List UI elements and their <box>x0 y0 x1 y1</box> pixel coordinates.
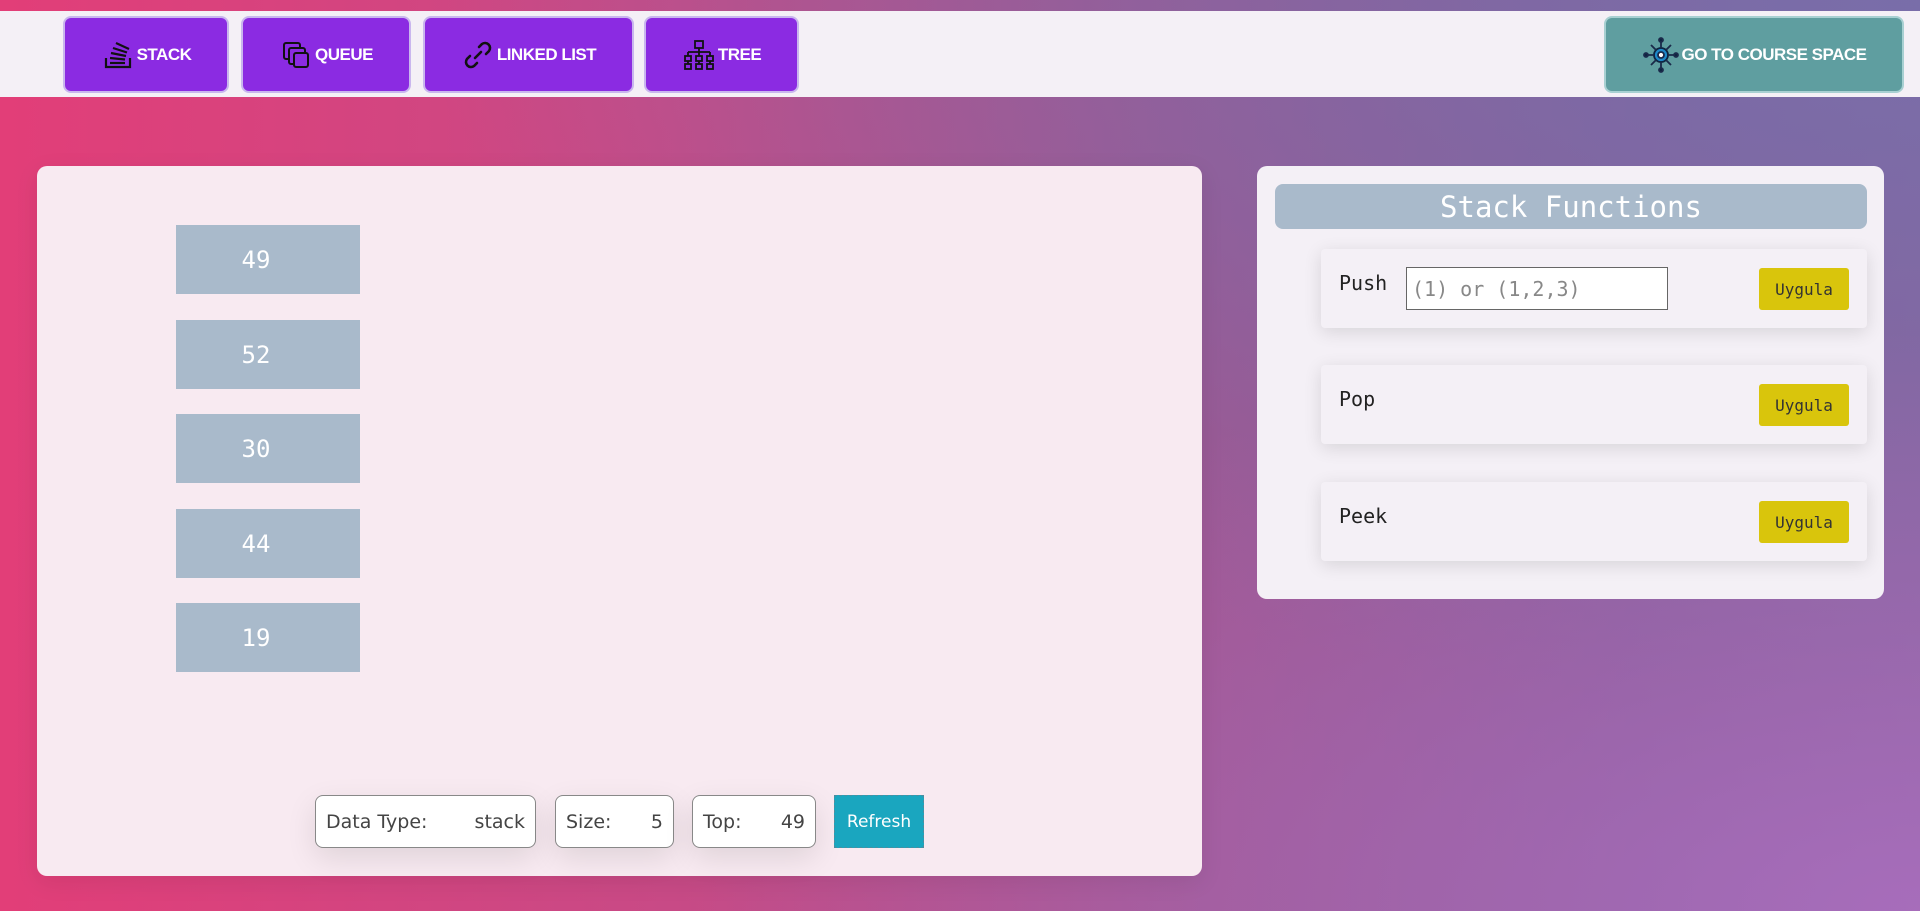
data-type-info: Data Type: stack <box>315 795 536 848</box>
nav-linked-list-button[interactable]: LINKED LIST <box>423 16 634 93</box>
stack-item: 44 <box>176 509 360 578</box>
stack-item: 19 <box>176 603 360 672</box>
nav-queue-button[interactable]: QUEUE <box>241 16 411 93</box>
tree-icon <box>683 39 714 70</box>
pop-apply-button[interactable]: Uygula <box>1759 384 1849 426</box>
push-function-row: Push Uygula <box>1321 249 1867 328</box>
pop-label: Pop <box>1339 387 1376 411</box>
link-icon <box>464 41 492 68</box>
course-button-label: GO TO COURSE SPACE <box>1681 44 1867 64</box>
refresh-button[interactable]: Refresh <box>834 795 924 848</box>
size-value: 5 <box>650 810 663 833</box>
stack-functions-panel: Stack Functions Push Uygula Pop Uygula P… <box>1257 166 1884 599</box>
data-type-label: Data Type: <box>326 810 428 833</box>
size-label: Size: <box>566 810 612 833</box>
pop-function-row: Pop Uygula <box>1321 365 1867 444</box>
go-to-course-space-button[interactable]: GO TO COURSE SPACE <box>1604 16 1904 93</box>
queue-icon <box>283 41 310 68</box>
nav-tree-button[interactable]: TREE <box>644 16 799 93</box>
push-label: Push <box>1339 271 1388 295</box>
data-type-value: stack <box>474 810 525 833</box>
functions-title: Stack Functions <box>1275 184 1867 229</box>
push-input[interactable] <box>1406 267 1668 310</box>
top-navigation-bar: STACK QUEUE LINKED LIST TREE GO TO COURS… <box>0 11 1920 97</box>
stack-item: 52 <box>176 320 360 389</box>
nav-stack-label: STACK <box>136 44 192 64</box>
course-icon <box>1642 36 1679 73</box>
stack-item: 30 <box>176 414 360 483</box>
nav-linked-list-label: LINKED LIST <box>496 44 597 64</box>
top-info: Top: 49 <box>692 795 816 848</box>
nav-stack-button[interactable]: STACK <box>63 16 229 93</box>
peek-apply-button[interactable]: Uygula <box>1759 501 1849 543</box>
nav-tree-label: TREE <box>717 44 762 64</box>
stack-item: 49 <box>176 225 360 294</box>
top-label: Top: <box>703 810 742 833</box>
peek-function-row: Peek Uygula <box>1321 482 1867 561</box>
stack-visualization-panel: 49 52 30 44 19 Data Type: stack Size: 5 … <box>37 166 1202 876</box>
size-info: Size: 5 <box>555 795 674 848</box>
top-value: 49 <box>780 810 805 833</box>
nav-queue-label: QUEUE <box>315 44 373 64</box>
stack-icon <box>104 41 131 68</box>
push-apply-button[interactable]: Uygula <box>1759 268 1849 310</box>
peek-label: Peek <box>1339 504 1388 528</box>
